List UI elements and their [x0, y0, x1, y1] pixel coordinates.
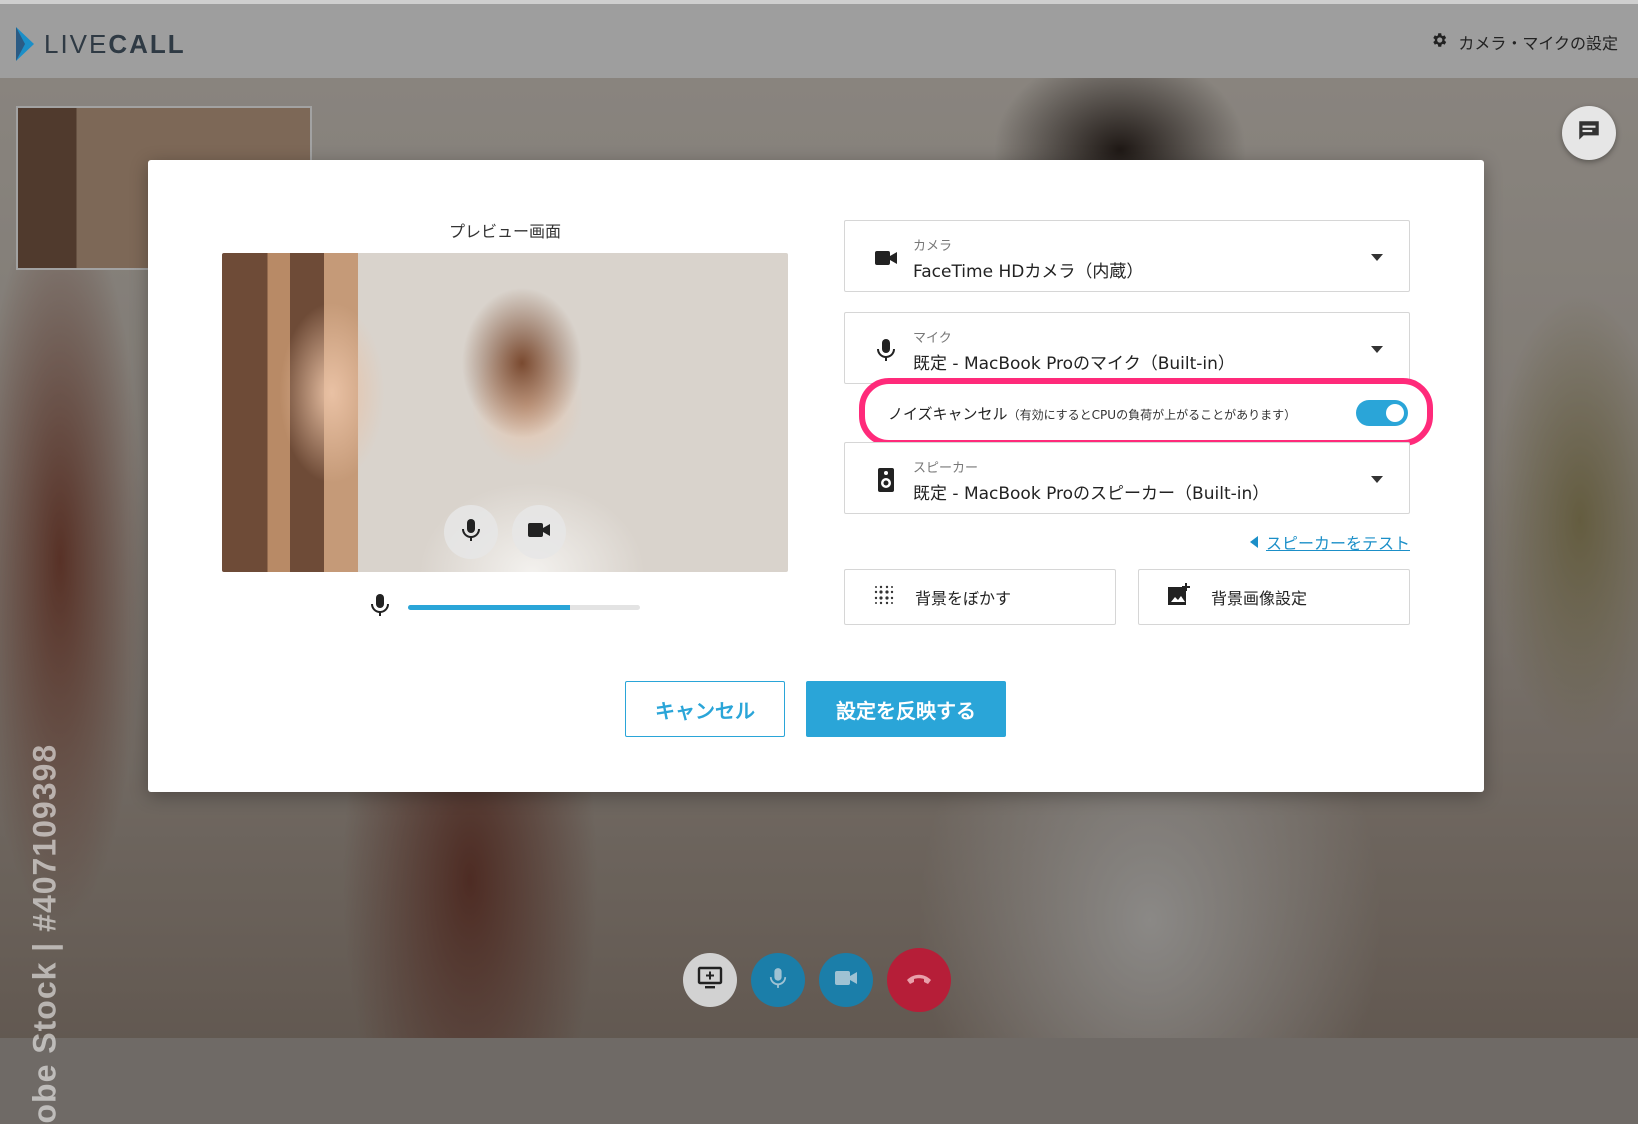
preview-camera-button[interactable]	[512, 505, 566, 559]
camera-toggle-button[interactable]	[819, 953, 873, 1007]
blur-background-button[interactable]: 背景をぼかす	[844, 569, 1116, 625]
blur-label: 背景をぼかす	[915, 589, 1012, 608]
camera-mic-settings-link[interactable]: カメラ・マイクの設定	[1430, 30, 1618, 54]
noise-cancel-label: ノイズキャンセル（有効にするとCPUの負荷が上がることがあります）	[888, 404, 1297, 423]
call-end-icon	[905, 971, 933, 990]
videocam-icon	[834, 969, 858, 991]
noise-cancel-note: （有効にするとCPUの負荷が上がることがあります）	[1007, 407, 1297, 422]
speaker-label: スピーカー	[913, 461, 979, 476]
watermark-text: obe Stock | #407109398	[26, 743, 63, 1124]
background-image-label: 背景画像設定	[1211, 589, 1308, 608]
mic-select[interactable]: マイク 既定 - MacBook Proのマイク（Built-in）	[844, 312, 1410, 384]
camera-label: カメラ	[913, 239, 953, 254]
logo: LIVECALL	[14, 22, 186, 66]
preview-controls	[444, 505, 566, 559]
call-controls	[683, 948, 951, 1012]
preview-video	[222, 253, 788, 572]
background-image-button[interactable]: 背景画像設定	[1138, 569, 1410, 625]
noise-cancel-row: ノイズキャンセル（有効にするとCPUの負荷が上がることがあります）	[888, 396, 1408, 430]
mic-level-icon	[370, 592, 390, 622]
mic-toggle-button[interactable]	[751, 953, 805, 1007]
preview-mic-button[interactable]	[444, 505, 498, 559]
chevron-down-icon	[1371, 254, 1383, 261]
camera-value: FaceTime HDカメラ（内蔵）	[913, 262, 1144, 282]
logo-text: LIVECALL	[44, 28, 186, 59]
mic-icon	[873, 337, 899, 363]
settings-dialog: プレビュー画面 カメラ FaceTime HDカメラ（内蔵） マイク 既定 - …	[148, 160, 1484, 792]
mic-level-fill	[408, 604, 571, 610]
logo-mark-icon	[14, 25, 36, 63]
toggle-knob	[1386, 404, 1404, 422]
apply-settings-button[interactable]: 設定を反映する	[806, 681, 1006, 737]
mic-level-track	[408, 604, 640, 610]
mic-value: 既定 - MacBook Proのマイク（Built-in）	[913, 354, 1235, 374]
chevron-down-icon	[1371, 346, 1383, 353]
videocam-icon	[527, 521, 551, 543]
camera-select[interactable]: カメラ FaceTime HDカメラ（内蔵）	[844, 220, 1410, 292]
speaker-test-label: スピーカーをテスト	[1265, 534, 1410, 553]
screen-share-icon	[697, 966, 723, 994]
blur-icon	[873, 584, 895, 610]
mic-level-meter	[370, 592, 640, 622]
settings-label: カメラ・マイクの設定	[1458, 34, 1618, 53]
videocam-icon	[873, 245, 899, 271]
speaker-test-link[interactable]: スピーカーをテスト	[1249, 530, 1410, 554]
add-photo-icon	[1167, 583, 1191, 611]
mic-icon	[461, 518, 481, 546]
app-header: LIVECALL カメラ・マイクの設定	[0, 0, 1638, 78]
gear-icon	[1430, 31, 1448, 53]
chevron-down-icon	[1371, 476, 1383, 483]
cancel-button[interactable]: キャンセル	[625, 681, 785, 737]
mic-icon	[769, 966, 787, 994]
screen-share-button[interactable]	[683, 953, 737, 1007]
mic-label: マイク	[913, 331, 952, 346]
chat-icon	[1576, 118, 1602, 148]
speaker-icon	[873, 467, 899, 493]
speaker-select[interactable]: スピーカー 既定 - MacBook Proのスピーカー（Built-in）	[844, 442, 1410, 514]
preview-title: プレビュー画面	[448, 222, 561, 241]
chat-button[interactable]	[1562, 106, 1616, 160]
hang-up-button[interactable]	[887, 948, 951, 1012]
noise-cancel-toggle[interactable]	[1356, 400, 1408, 426]
volume-icon	[1249, 536, 1258, 548]
speaker-value: 既定 - MacBook Proのスピーカー（Built-in）	[913, 484, 1270, 504]
